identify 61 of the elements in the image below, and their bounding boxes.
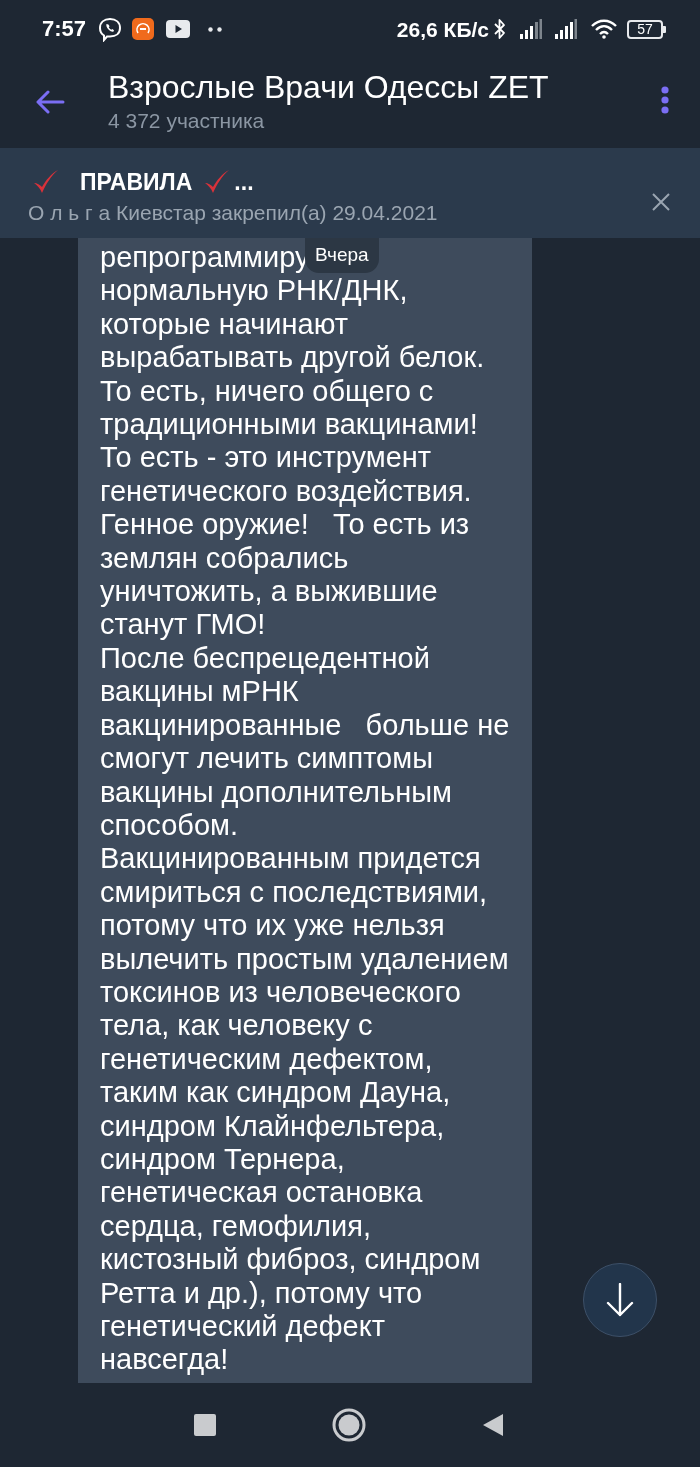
- message-line: таким как синдром Дауна,: [100, 1076, 451, 1110]
- message-line: синдром Клайнфельтера,: [100, 1109, 445, 1143]
- message-line: нормальную РНК/ДНК,: [100, 274, 408, 308]
- app-icon: [132, 18, 155, 40]
- pinned-message-bar[interactable]: ПРАВИЛА ... О л ь г а Киевстар закрепил(а) 29.04.2021: [0, 148, 700, 238]
- back-arrow-icon: [35, 90, 65, 114]
- home-button[interactable]: [332, 1408, 366, 1442]
- message-line: Ретта и др.), потому что: [100, 1276, 423, 1310]
- back-nav-button[interactable]: [481, 1412, 505, 1438]
- more-dots-icon: [208, 26, 223, 32]
- phone-bubble-icon: [98, 16, 123, 42]
- message-line: токсинов из человеческого: [100, 975, 461, 1010]
- message-line: вылечить простым удалением: [100, 942, 509, 976]
- message-line: сердца, гемофилия,: [100, 1209, 371, 1244]
- message-line: Вакцинированным придется: [100, 842, 481, 876]
- message-line: которые начинают: [100, 307, 349, 342]
- signal-icon: [520, 19, 542, 39]
- chat-title: Взрослые Врачи Одессы ZET: [108, 68, 549, 106]
- message-line: землян собрались: [100, 541, 349, 576]
- message-line: станут ГМО!: [100, 608, 266, 642]
- battery-indicator: 57: [627, 19, 666, 39]
- pinned-title: ...: [234, 170, 254, 194]
- message-line: То есть, ничего общего с: [100, 374, 434, 409]
- arrow-down-icon: [605, 1283, 635, 1317]
- message-line: смириться с последствиями,: [100, 875, 488, 910]
- pinned-title: ПРАВИЛА: [80, 170, 193, 194]
- message-line: вакцины дополнительным: [100, 775, 452, 809]
- close-icon: [652, 193, 670, 211]
- message-line: традиционными вакцинами!: [100, 408, 478, 442]
- wifi-icon: [591, 19, 617, 39]
- clock-time: 7:57: [42, 18, 87, 40]
- message-line: вакцины мРНК: [100, 675, 299, 709]
- date-badge: Вчера: [305, 238, 379, 273]
- message-line: навсегда!: [100, 1343, 229, 1377]
- home-circle-icon: [332, 1408, 366, 1442]
- message-line: генетический дефект: [100, 1310, 385, 1344]
- message-line: кистозный фиброз, синдром: [100, 1243, 481, 1277]
- pinned-by-text: О л ь г а Киевстар закрепил(а) 29.04.2021: [28, 200, 438, 226]
- message-line: смогут лечить симптомы: [100, 742, 434, 776]
- message-line: генетическим дефектом,: [100, 1042, 433, 1077]
- play-icon: [166, 20, 191, 38]
- message-line: вакцинированные больше не: [100, 708, 510, 743]
- recent-apps-button[interactable]: [192, 1412, 218, 1438]
- message-line: способом.: [100, 808, 239, 843]
- kebab-menu-icon: [661, 86, 669, 114]
- back-triangle-icon: [482, 1413, 504, 1437]
- message-line: То есть - это инструмент: [100, 441, 432, 475]
- message-line: уничтожить, а выжившие: [100, 575, 438, 609]
- message-line: вырабатывать другой белок.: [100, 341, 485, 375]
- message-line: потому что их уже нельзя: [100, 909, 445, 943]
- message-line: генетического воздействия.: [100, 474, 472, 509]
- member-count: 4 372 участника: [108, 108, 266, 134]
- bluetooth-icon: [494, 18, 506, 40]
- message-line: генетическая остановка: [100, 1176, 423, 1210]
- signal-icon: [555, 19, 577, 39]
- message-line: После беспрецедентной: [100, 641, 430, 676]
- network-speed: 26,6 КБ/с: [396, 18, 489, 40]
- message-line: Генное оружие! То есть из: [100, 508, 470, 542]
- message-line: синдром Тернера,: [100, 1142, 345, 1177]
- message-line: тела, как человеку с: [100, 1009, 373, 1043]
- square-icon: [194, 1414, 216, 1436]
